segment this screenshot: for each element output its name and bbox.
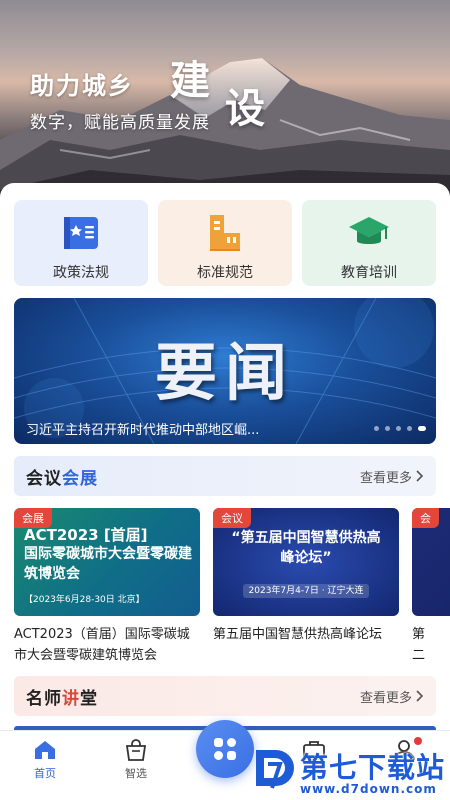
event-thumbnail: 会展 ACT2023 [首届] 国际零碳城市大会暨零碳建筑博览会 【2023年6… — [14, 508, 200, 616]
events-carousel[interactable]: 会展 ACT2023 [首届] 国际零碳城市大会暨零碳建筑博览会 【2023年6… — [14, 508, 450, 668]
tab-label: 首页 — [34, 767, 56, 780]
section-title-part: 名师 — [26, 688, 62, 709]
event-thumbnail: 会 — [412, 508, 450, 616]
section-header-lectures: 名师讲堂 查看更多 — [14, 676, 436, 716]
news-carousel[interactable]: 要闻 习近平主持召开新时代推动中部地区崛... — [14, 298, 436, 444]
apps-grid-icon — [214, 738, 236, 760]
category-label: 教育培训 — [341, 265, 397, 281]
category-shortcuts: 政策法规 标准规范 教育培训 — [14, 200, 436, 286]
d7-logo-icon — [256, 750, 294, 789]
watermark-url: www.d7down.com — [300, 782, 437, 796]
section-title-part: 堂 — [80, 688, 98, 709]
event-thumbnail: 会议 “第五届中国智慧供热高峰论坛” 2023年7月4-7日 · 辽宁大连 — [213, 508, 399, 616]
section-title: 会议会展 — [26, 464, 98, 489]
see-more-label: 查看更多 — [359, 690, 412, 706]
carousel-dot[interactable] — [374, 426, 379, 431]
hero-title: 助力城乡 — [30, 72, 134, 100]
event-tag: 会 — [412, 508, 439, 528]
event-caption: 第五届中国智慧供热高峰论坛 — [213, 627, 383, 642]
thumb-date-wrap: 2023年7月4-7日 · 辽宁大连 — [213, 578, 399, 598]
section-title-accent: 会展 — [62, 468, 98, 489]
tab-smart-select[interactable]: 智选 — [106, 739, 166, 781]
carousel-dot-active[interactable] — [418, 426, 426, 431]
section-title-part: 会议 — [26, 468, 62, 489]
section-header-meetings: 会议会展 查看更多 — [14, 456, 436, 496]
shopping-bag-icon — [125, 739, 147, 761]
hero-title-big-2: 设 — [225, 86, 265, 132]
graduation-cap-icon — [347, 212, 391, 252]
category-standards[interactable]: 标准规范 — [158, 200, 292, 286]
thumb-title: “第五届中国智慧供热高峰论坛” — [231, 530, 381, 566]
category-policy[interactable]: 政策法规 — [14, 200, 148, 286]
see-more-link[interactable]: 查看更多 — [360, 687, 424, 706]
carousel-dot[interactable] — [396, 426, 401, 431]
see-more-label: 查看更多 — [359, 470, 412, 486]
event-card[interactable]: 会议 “第五届中国智慧供热高峰论坛” 2023年7月4-7日 · 辽宁大连 第五… — [213, 508, 399, 645]
carousel-dot[interactable] — [407, 426, 412, 431]
carousel-dot[interactable] — [385, 426, 390, 431]
hero-subtitle: 数字，赋能高质量发展 — [30, 113, 210, 133]
category-label: 标准规范 — [197, 265, 253, 281]
tab-home[interactable]: 首页 — [15, 739, 75, 781]
category-education[interactable]: 教育培训 — [302, 200, 436, 286]
section-title-accent: 讲 — [62, 688, 80, 709]
event-card[interactable]: 会 第二筑发 — [412, 508, 450, 668]
watermark: 第七下载站 www.d7down.com — [250, 742, 450, 800]
thumb-title: ACT2023 [首届] — [24, 526, 148, 544]
thumb-headline: 国际零碳城市大会暨零碳建筑博览会 — [24, 546, 192, 582]
policy-book-icon — [59, 212, 103, 252]
hero-title-big-1: 建 — [170, 58, 210, 104]
event-card[interactable]: 会展 ACT2023 [首届] 国际零碳城市大会暨零碳建筑博览会 【2023年6… — [14, 508, 200, 666]
thumb-date: 2023年7月4-7日 · 辽宁大连 — [242, 584, 370, 598]
event-caption: ACT2023（首届）国际零碳城市大会暨零碳建筑博览会 — [14, 627, 190, 663]
banner-caption[interactable]: 习近平主持召开新时代推动中部地区崛... — [26, 419, 259, 438]
banner-title: 要闻 — [154, 336, 295, 409]
section-title: 名师讲堂 — [26, 684, 98, 709]
category-label: 政策法规 — [53, 265, 109, 281]
see-more-link[interactable]: 查看更多 — [360, 467, 424, 486]
watermark-brand: 第七下载站 — [300, 751, 446, 784]
chevron-right-icon — [416, 690, 424, 702]
chevron-right-icon — [416, 470, 424, 482]
center-action-button[interactable] — [196, 720, 254, 778]
home-icon — [35, 741, 55, 759]
tab-label: 智选 — [125, 767, 147, 780]
carousel-indicator[interactable] — [374, 426, 426, 431]
ruler-icon — [203, 212, 247, 252]
event-caption: 第二筑发 — [412, 627, 426, 663]
event-tag: 会议 — [213, 508, 251, 528]
thumb-date: 【2023年6月28-30日 北京】 — [24, 595, 145, 605]
